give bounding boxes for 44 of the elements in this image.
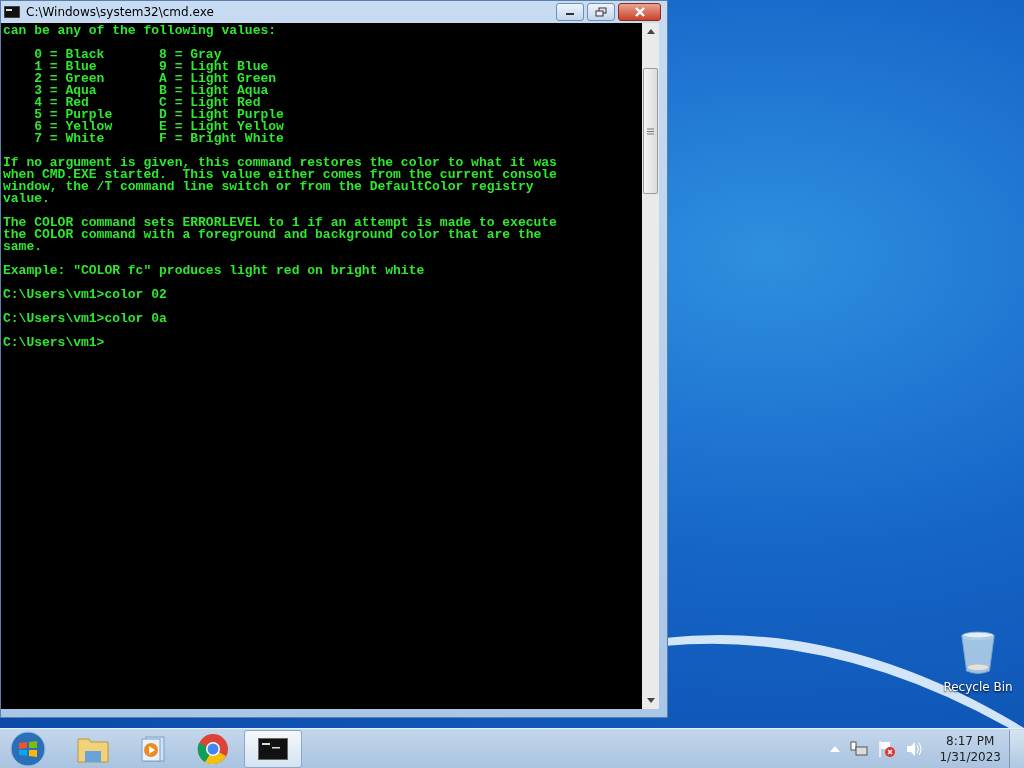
clock-date[interactable]: 1/31/2023 [939, 748, 1001, 765]
console-line: window, the /T command line switch or from the DefaultColor registry [3, 181, 535, 193]
restore-icon [595, 7, 607, 17]
console-line: 2 = Green A = Light Green [33, 73, 278, 85]
show-desktop-button[interactable] [1009, 729, 1024, 768]
minimize-button[interactable] [556, 3, 584, 21]
windows-logo-icon [10, 730, 46, 767]
flag-icon[interactable] [878, 739, 897, 758]
network-icon[interactable] [850, 740, 869, 757]
console-line: If no argument is given, this command restores the color to what it was [3, 157, 558, 169]
console-line: 4 = Red C = Light Red [33, 97, 261, 109]
console-line: C:\Users\vm1>color 0a [3, 313, 168, 325]
console-line: when CMD.EXE started. This value either comes from the current console [3, 169, 558, 181]
media-player-icon [140, 734, 166, 763]
console-line: 7 = White F = Bright White [33, 133, 285, 145]
recycle-bin-icon[interactable] [959, 630, 997, 676]
browser-icon [197, 732, 229, 765]
maximize-button[interactable] [587, 3, 615, 21]
clock-time[interactable]: 8:17 PM [946, 732, 995, 749]
console-line: Example: "COLOR fc" produces light red on bright white [3, 265, 426, 277]
console-line: same. [3, 241, 43, 253]
window-title: C:\Windows\system32\cmd.exe [26, 5, 214, 19]
scroll-thumb[interactable] [643, 68, 658, 194]
scrollbar[interactable] [642, 23, 659, 709]
console-icon [4, 6, 20, 18]
desktop-icon-label[interactable]: Recycle Bin [943, 680, 1013, 694]
console-line: The COLOR command sets ERRORLEVEL to 1 if an attempt is made to execute [3, 217, 558, 229]
console-taskbar-button[interactable] [244, 729, 302, 768]
console-line: 6 = Yellow E = Light Yellow [33, 121, 285, 133]
scroll-up-icon[interactable] [646, 29, 655, 34]
console-line: 3 = Aqua B = Light Aqua [33, 85, 270, 97]
console-icon [258, 737, 288, 760]
close-icon [633, 7, 646, 17]
console-line: value. [3, 193, 50, 205]
console-line: can be any of the following values: [3, 25, 278, 37]
console-line: 0 = Black 8 = Gray [33, 49, 222, 61]
console-line: C:\Users\vm1> [3, 337, 106, 349]
console-line: 5 = Purple D = Light Purple [33, 109, 285, 121]
console-line: 1 = Blue 9 = Light Blue [33, 61, 269, 73]
console-line: C:\Users\vm1>color 02 [3, 289, 168, 301]
scroll-down-icon[interactable] [646, 698, 655, 703]
close-button[interactable] [618, 3, 661, 21]
console-line: the COLOR command with a foreground and background color that are the [3, 229, 543, 241]
grip-icon [647, 127, 654, 135]
